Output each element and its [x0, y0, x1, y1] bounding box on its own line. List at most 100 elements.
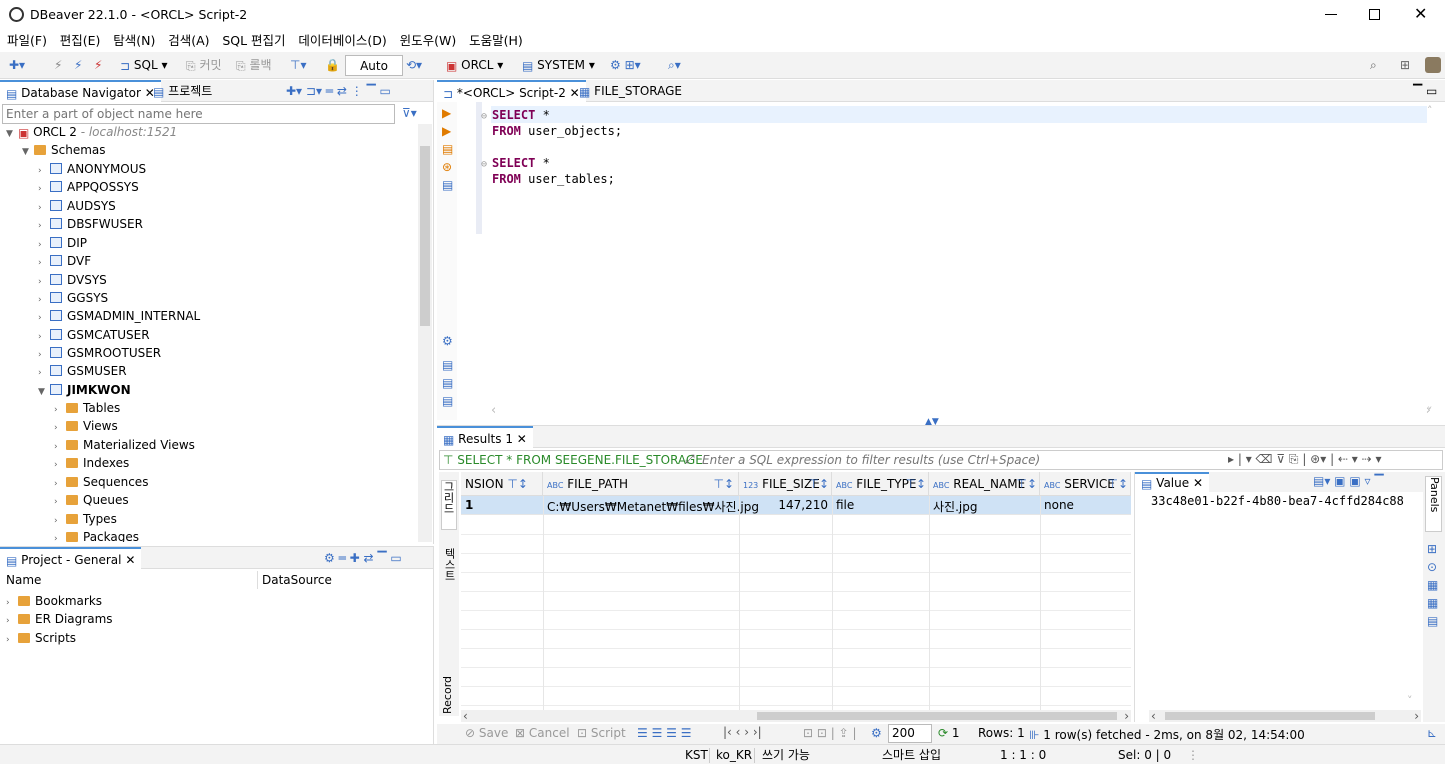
history-icon[interactable]: ⟲▾: [406, 55, 422, 76]
chevron-right-icon[interactable]: ›: [54, 493, 66, 511]
tree-folder[interactable]: › Sequences: [54, 473, 148, 491]
tree-folder[interactable]: › Views: [54, 417, 118, 435]
project-item-bookmarks[interactable]: › Bookmarks: [6, 592, 102, 610]
sort-icon[interactable]: ⊤↕: [507, 477, 528, 491]
tree-folder[interactable]: › Queues: [54, 491, 129, 509]
tab-project-general[interactable]: ▤ Project - General ✕: [0, 547, 142, 569]
tools-icon[interactable]: ⚙ ⊞▾: [610, 55, 641, 76]
panels-tab[interactable]: Panels: [1425, 476, 1442, 532]
global-search-icon[interactable]: ⌕: [1370, 55, 1377, 76]
value-actions-icon[interactable]: ▤▾ ▣ ▣ ▿ ▔: [1313, 474, 1384, 488]
chevron-down-icon[interactable]: ▼: [22, 143, 34, 161]
fetch-size-input[interactable]: 200: [888, 724, 932, 743]
tree-schema[interactable]: › DVSYS: [38, 271, 107, 289]
chevron-right-icon[interactable]: ›: [38, 254, 50, 272]
expand-icon[interactable]: ⤢: [685, 452, 695, 467]
tree-schema-expanded[interactable]: ▼ JIMKWON: [38, 381, 131, 399]
menu-search[interactable]: 검색(A): [168, 30, 209, 52]
editor-vscroll[interactable]: ˄ ˅: [1427, 102, 1439, 420]
tree-schema[interactable]: › APPQOSSYS: [38, 178, 139, 196]
settings-icon[interactable]: ⚙: [442, 334, 453, 348]
table-row[interactable]: 1 C:₩Users₩Metanet₩files₩사진.jpg 147,210 …: [461, 496, 1131, 515]
maximize-icon[interactable]: [1369, 9, 1380, 20]
menu-window[interactable]: 윈도우(W): [400, 30, 457, 52]
value-hscroll-thumb[interactable]: [1165, 712, 1375, 720]
invalidate-icon[interactable]: ⚡: [94, 55, 102, 76]
grid-hscroll[interactable]: ‹ ›: [461, 710, 1131, 722]
sort-icon[interactable]: ⊤↕: [808, 472, 829, 496]
close-icon[interactable]: ✕: [1414, 4, 1427, 23]
tree-schema[interactable]: › GSMCATUSER: [38, 326, 150, 344]
cell-file-type[interactable]: file: [836, 498, 854, 512]
connect-icon[interactable]: ⚡: [74, 55, 82, 76]
auto-commit-box[interactable]: Auto: [345, 55, 403, 76]
cell-file-size[interactable]: 147,210: [739, 498, 828, 512]
lock-icon[interactable]: 🔒: [325, 55, 340, 76]
tree-schema[interactable]: › GSMUSER: [38, 362, 127, 380]
perspective-icon[interactable]: ⊞: [1400, 55, 1410, 76]
transaction-mode-icon[interactable]: ⊤▾: [290, 55, 306, 76]
menu-database[interactable]: 데이터베이스(D): [298, 30, 386, 52]
column-header[interactable]: NSION ⊤↕: [461, 472, 543, 496]
active-schema-button[interactable]: ▤ SYSTEM ▾: [522, 55, 595, 76]
editor-hscroll[interactable]: ‹ ›: [491, 403, 1431, 418]
fold-icon[interactable]: ⊖: [481, 157, 492, 173]
tree-folder[interactable]: › Types: [54, 510, 117, 528]
menu-navigate[interactable]: 탐색(N): [113, 30, 155, 52]
tree-schema[interactable]: › DIP: [38, 234, 87, 252]
value-hscroll[interactable]: ‹ ›: [1149, 710, 1421, 722]
menu-help[interactable]: 도움말(H): [469, 30, 523, 52]
tree-schemas[interactable]: ▼ Schemas: [22, 141, 106, 159]
tree-schema[interactable]: › GSMROOTUSER: [38, 344, 161, 362]
chevron-down-icon[interactable]: ▼: [38, 383, 50, 401]
cell-file-path[interactable]: C:₩Users₩Metanet₩files₩사진.jpg: [547, 498, 759, 515]
tree-schema[interactable]: › GGSYS: [38, 289, 108, 307]
chevron-down-icon[interactable]: ▼: [6, 125, 18, 143]
cancel-button[interactable]: ⊠ Cancel: [515, 726, 570, 740]
column-header[interactable]: ABC FILE_PATH ⊤↕: [543, 472, 739, 496]
tab-database-navigator[interactable]: ▤ Database Navigator ✕: [0, 80, 161, 102]
commit-button[interactable]: ⎘ 커밋: [186, 55, 222, 76]
sort-icon[interactable]: ⊤↕: [713, 472, 734, 496]
active-connection-button[interactable]: ▣ ORCL ▾: [446, 55, 503, 76]
sort-icon[interactable]: ⊤↕: [1016, 472, 1037, 496]
new-connection-icon[interactable]: ✚▾: [9, 55, 25, 76]
column-header[interactable]: ABC SERVICE ⊤↕: [1040, 472, 1131, 496]
filter-icon[interactable]: ⊽▾: [402, 106, 417, 120]
results-filter-input[interactable]: [702, 451, 1222, 469]
tree-folder[interactable]: › Indexes: [54, 454, 129, 472]
search-icon[interactable]: ⌕▾: [668, 55, 681, 76]
fetch-size-settings-icon[interactable]: ⚙: [871, 726, 882, 740]
grid-hscroll-thumb[interactable]: [757, 712, 1117, 720]
tree-schema[interactable]: › GSMADMIN_INTERNAL: [38, 307, 200, 325]
tab-file-storage[interactable]: ▦ FILE_STORAGE: [573, 80, 688, 102]
chevron-right-icon[interactable]: ›: [38, 217, 50, 235]
chevron-right-icon[interactable]: ›: [6, 631, 18, 649]
row-actions-icon[interactable]: ☰ ☰ ☰ ☰: [637, 726, 691, 740]
chevron-right-icon[interactable]: ›: [38, 364, 50, 382]
tab-record[interactable]: Record: [441, 664, 457, 714]
tab-grid[interactable]: 그리드: [441, 480, 457, 530]
tab-results-1[interactable]: ▦ Results 1 ✕: [437, 426, 533, 448]
chevron-right-icon[interactable]: ›: [38, 180, 50, 198]
project-item-er-diagrams[interactable]: › ER Diagrams: [6, 610, 113, 628]
menu-edit[interactable]: 편집(E): [60, 30, 101, 52]
tree-folder[interactable]: › Packages: [54, 528, 139, 542]
chevron-right-icon[interactable]: ›: [54, 530, 66, 542]
disconnect-icon[interactable]: ⚡: [54, 55, 62, 76]
tab-text[interactable]: 텍스트: [441, 548, 457, 598]
fetch-icons[interactable]: ⊡ ⊡ | ⇪ |: [803, 726, 857, 740]
execute-new-tab-icon[interactable]: ▤: [442, 142, 453, 156]
minimize-icon[interactable]: [1325, 14, 1337, 15]
script-button[interactable]: ⊡ Script: [577, 726, 626, 740]
execute-statement-icon[interactable]: ▶: [442, 106, 451, 120]
tree-schema[interactable]: › DBSFWUSER: [38, 215, 143, 233]
column-header[interactable]: 123 FILE_SIZE ⊤↕: [739, 472, 832, 496]
explain-plan-icon[interactable]: ⊛: [442, 160, 452, 174]
cell-service[interactable]: none: [1044, 498, 1074, 512]
chevron-right-icon[interactable]: ›: [38, 309, 50, 327]
navigator-filter-input[interactable]: [2, 104, 395, 124]
menu-file[interactable]: 파일(F): [7, 30, 47, 52]
load-plan-icon[interactable]: ▤: [442, 178, 453, 192]
save-button[interactable]: ⊘ Save: [465, 726, 508, 740]
